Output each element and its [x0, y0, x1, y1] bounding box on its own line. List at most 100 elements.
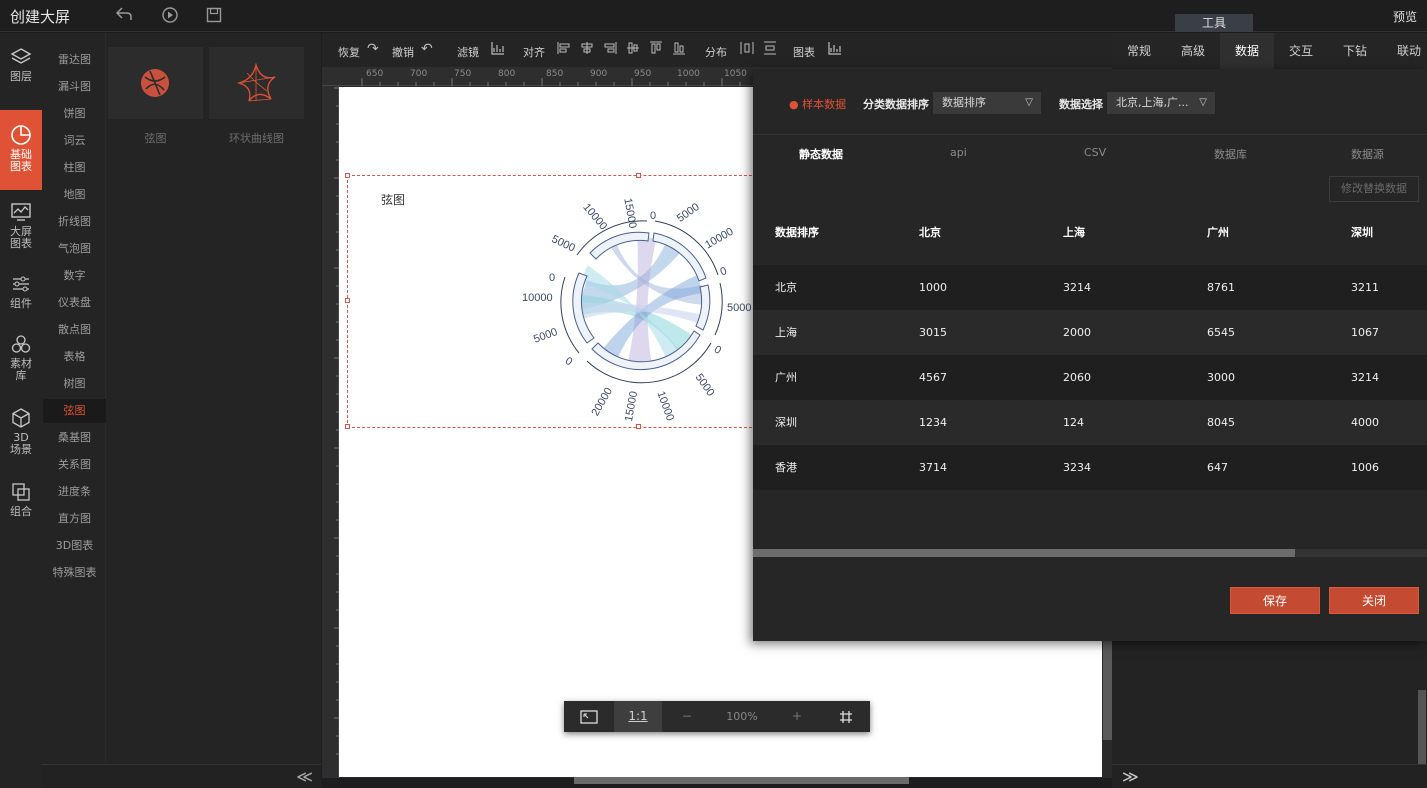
sample-data-label[interactable]: ● 样本数据 — [789, 96, 846, 112]
align-bottom-icon[interactable] — [672, 41, 686, 59]
table-cell[interactable]: 3214 — [1063, 265, 1091, 310]
close-button[interactable]: 关闭 — [1329, 587, 1419, 614]
canvas-horizontal-scrollbar[interactable] — [574, 777, 909, 784]
table-cell[interactable]: 1067 — [1351, 310, 1379, 355]
align-left-icon[interactable] — [557, 41, 571, 59]
source-tab-database[interactable]: 数据库 — [1214, 146, 1247, 162]
distribute-h-icon[interactable] — [740, 41, 754, 59]
table-cell[interactable]: 3234 — [1063, 445, 1091, 490]
category-item[interactable]: 地图 — [43, 183, 106, 207]
table-cell[interactable]: 4000 — [1351, 400, 1379, 445]
table-cell[interactable]: 3000 — [1207, 355, 1235, 400]
tools-tab[interactable]: 工具 — [1175, 14, 1253, 32]
tab-advanced[interactable]: 高级 — [1166, 33, 1220, 69]
category-item[interactable]: 进度条 — [43, 480, 106, 504]
table-cell[interactable]: 8761 — [1207, 265, 1235, 310]
save-button[interactable]: 保存 — [1230, 587, 1320, 614]
undo-button[interactable]: 撤销 — [392, 44, 414, 60]
thumbnail-chord[interactable] — [108, 47, 203, 119]
table-cell[interactable]: 1000 — [919, 265, 947, 310]
category-item[interactable]: 词云 — [43, 129, 106, 153]
align-right-icon[interactable] — [603, 41, 617, 59]
property-scrollbar[interactable] — [1418, 690, 1426, 764]
collapse-left-icon[interactable]: ≪ — [296, 767, 313, 786]
table-cell[interactable]: 1006 — [1351, 445, 1379, 490]
align-center-h-icon[interactable] — [580, 41, 594, 59]
resize-handle[interactable] — [345, 424, 350, 429]
tab-linkage[interactable]: 联动 — [1382, 33, 1427, 69]
rail-item-layers[interactable]: 图层 — [0, 46, 42, 92]
thumbnail-ring-curve[interactable] — [209, 47, 304, 119]
tab-data[interactable]: 数据 — [1220, 33, 1274, 69]
category-item[interactable]: 饼图 — [43, 102, 106, 126]
rail-item-screen-charts[interactable]: 大屏 图表 — [0, 201, 42, 261]
table-cell[interactable]: 647 — [1207, 445, 1228, 490]
table-cell[interactable]: 3214 — [1351, 355, 1379, 400]
rail-item-group[interactable]: 组合 — [0, 481, 42, 527]
align-center-v-icon[interactable] — [626, 41, 640, 59]
table-cell[interactable]: 8045 — [1207, 400, 1235, 445]
align-button[interactable]: 对齐 — [523, 44, 545, 60]
table-cell[interactable]: 6545 — [1207, 310, 1235, 355]
table-cell[interactable]: 北京 — [775, 265, 797, 310]
category-item[interactable]: 柱图 — [43, 156, 106, 180]
preview-button[interactable]: 预览 — [1393, 8, 1417, 25]
category-item[interactable]: 折线图 — [43, 210, 106, 234]
table-cell[interactable]: 3714 — [919, 445, 947, 490]
chart-icon[interactable] — [828, 41, 842, 59]
redo-button[interactable]: 恢复 — [338, 44, 360, 60]
distribute-button[interactable]: 分布 — [705, 44, 727, 60]
rail-item-basic-charts[interactable]: 基础 图表 — [0, 110, 42, 190]
zoom-out-button[interactable]: − — [662, 701, 712, 732]
rail-item-materials[interactable]: 素材 库 — [0, 333, 42, 393]
actual-size-button[interactable]: 1:1 — [614, 701, 662, 732]
align-top-icon[interactable] — [649, 41, 663, 59]
table-cell[interactable]: 4567 — [919, 355, 947, 400]
table-cell[interactable]: 广州 — [775, 355, 797, 400]
distribute-v-icon[interactable] — [763, 41, 777, 59]
fit-screen-icon[interactable] — [564, 701, 614, 732]
replace-data-button[interactable]: 修改替换数据 — [1329, 176, 1419, 202]
category-item[interactable]: 表格 — [43, 345, 106, 369]
category-item[interactable]: 雷达图 — [43, 48, 106, 72]
table-cell[interactable]: 2000 — [1063, 310, 1091, 355]
category-item[interactable]: 数字 — [43, 264, 106, 288]
table-cell[interactable]: 3211 — [1351, 265, 1379, 310]
undo-icon[interactable]: ↶ — [421, 41, 433, 57]
category-item[interactable]: 3D图表 — [43, 534, 106, 558]
table-cell[interactable]: 2060 — [1063, 355, 1091, 400]
source-tab-static[interactable]: 静态数据 — [799, 146, 843, 162]
table-cell[interactable]: 3015 — [919, 310, 947, 355]
grid-icon[interactable] — [822, 701, 870, 732]
category-item[interactable]: 仪表盘 — [43, 291, 106, 315]
category-item[interactable]: 特殊图表 — [43, 561, 106, 585]
save-icon[interactable] — [204, 6, 224, 26]
table-cell[interactable]: 上海 — [775, 310, 797, 355]
resize-handle[interactable] — [345, 173, 350, 178]
filter-chart-icon[interactable] — [491, 41, 505, 59]
rail-item-3d-scene[interactable]: 3D 场景 — [0, 407, 42, 467]
resize-handle[interactable] — [345, 298, 350, 303]
canvas-vertical-scrollbar[interactable] — [1103, 640, 1112, 740]
category-item[interactable]: 气泡图 — [43, 237, 106, 261]
table-cell[interactable]: 1234 — [919, 400, 947, 445]
table-cell[interactable]: 香港 — [775, 445, 797, 490]
table-horizontal-scrollbar[interactable] — [753, 549, 1295, 557]
play-icon[interactable] — [160, 6, 180, 26]
category-item[interactable]: 漏斗图 — [43, 75, 106, 99]
category-item[interactable]: 直方图 — [43, 507, 106, 531]
data-select[interactable]: 北京,上海,广... ▽ — [1107, 92, 1215, 114]
zoom-in-button[interactable]: + — [772, 701, 822, 732]
redo-icon[interactable]: ↷ — [367, 41, 379, 57]
table-cell[interactable]: 深圳 — [775, 400, 797, 445]
chord-chart[interactable]: 15000 10000 5000 0 5000 10000 0 5000 0 5… — [517, 175, 767, 425]
source-tab-csv[interactable]: CSV — [1084, 146, 1106, 159]
category-item[interactable]: 桑基图 — [43, 426, 106, 450]
source-tab-api[interactable]: api — [950, 146, 967, 159]
category-item[interactable]: 关系图 — [43, 453, 106, 477]
source-tab-datasource[interactable]: 数据源 — [1351, 146, 1384, 162]
table-cell[interactable]: 124 — [1063, 400, 1084, 445]
rail-item-components[interactable]: 组件 — [0, 273, 42, 319]
expand-right-icon[interactable]: ≫ — [1122, 767, 1139, 786]
filter-button[interactable]: 滤镜 — [457, 44, 479, 60]
